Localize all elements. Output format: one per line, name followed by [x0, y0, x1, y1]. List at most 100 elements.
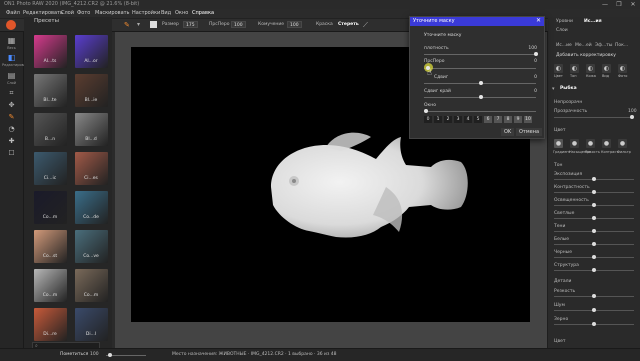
menu-help[interactable]: Справка — [192, 10, 214, 16]
window-size-option[interactable]: 2 — [444, 116, 453, 123]
adjustment-slider-knob[interactable] — [592, 308, 596, 312]
window-size-option[interactable]: 1 — [434, 116, 443, 123]
window-size-option[interactable]: 8 — [504, 116, 513, 123]
adjustment-icon[interactable]: ◐ — [586, 64, 595, 73]
window-size-option[interactable]: 3 — [454, 116, 463, 123]
color-mode-icon[interactable]: ● — [554, 139, 563, 148]
close-button[interactable]: ✕ — [626, 0, 640, 9]
cancel-button[interactable]: Отмена — [516, 128, 543, 136]
minimize-button[interactable]: — — [598, 0, 612, 9]
layers-tab[interactable]: Слои — [556, 28, 568, 33]
window-size-option[interactable]: 9 — [514, 116, 523, 123]
window-slider-knob[interactable] — [424, 109, 428, 113]
density-value: 100 — [528, 46, 537, 51]
window-size-option[interactable]: 6 — [484, 116, 493, 123]
layers-label: Слой — [6, 81, 17, 85]
shift-slider-knob[interactable] — [479, 81, 483, 85]
zoom-slider-knob[interactable] — [108, 353, 112, 357]
adjustment-icon-label: Тон — [570, 74, 577, 78]
opacity-slider-knob[interactable] — [630, 115, 634, 119]
wand-icon[interactable]: ⟋ — [363, 21, 368, 30]
color-mode-icon[interactable]: ● — [570, 139, 579, 148]
crop-icon[interactable]: ⌗ — [5, 88, 18, 99]
refine-icon[interactable]: ◔ — [5, 124, 18, 135]
adjustment-slider-knob[interactable] — [592, 294, 596, 298]
adjustment-slider-knob[interactable] — [592, 203, 596, 207]
opacity-slider[interactable] — [554, 117, 634, 118]
dialog-close-icon[interactable]: ✕ — [536, 17, 541, 24]
slider-label: Резкость — [554, 289, 576, 294]
window-size-option[interactable]: 7 — [494, 116, 503, 123]
color-mode-icon[interactable]: ● — [586, 139, 595, 148]
brush-preset-icon[interactable] — [150, 21, 157, 28]
mask-brush-icon[interactable]: ✎ — [5, 112, 18, 123]
paint-mode[interactable]: Краска — [316, 22, 333, 27]
window-size-option[interactable]: 0 — [424, 116, 433, 123]
adjustment-icon[interactable]: ◐ — [602, 64, 611, 73]
zoom-slider[interactable] — [106, 355, 146, 356]
slider-label: Светлые — [554, 211, 575, 216]
feather-slider[interactable] — [424, 68, 536, 69]
maximize-button[interactable]: ❐ — [612, 0, 626, 9]
slider-label: Освещенность — [554, 198, 589, 203]
browse-icon[interactable]: ▦ — [5, 35, 18, 46]
subtab-3[interactable]: Эф...ты — [595, 43, 612, 48]
edge-shift-slider-knob[interactable] — [479, 95, 483, 99]
menu-file[interactable]: Файл — [6, 10, 20, 16]
subtab-1[interactable]: Ис...ие — [556, 43, 572, 48]
menu-mask[interactable]: Маскировать — [95, 10, 130, 16]
ok-button[interactable]: OK — [501, 128, 515, 136]
chevron-down-icon[interactable]: ▾ — [552, 86, 555, 92]
preset-label: Di...l — [85, 332, 97, 337]
adjustment-slider-knob[interactable] — [592, 177, 596, 181]
layers-icon[interactable]: ▤ — [5, 70, 18, 81]
menu-window[interactable]: Окно — [175, 10, 188, 16]
zoom-value[interactable]: 100 — [90, 352, 99, 357]
window-size-option[interactable]: 4 — [464, 116, 473, 123]
color-mode-icon[interactable]: ● — [618, 139, 627, 148]
hand-icon[interactable]: ☐ — [5, 148, 18, 159]
slider-label: Структура — [554, 263, 579, 268]
edit-icon[interactable]: ◧ — [5, 52, 18, 63]
adjustment-icon[interactable]: ◐ — [618, 64, 627, 73]
title-bar: ON1 Photo RAW 2020 (IMG_4212.CR2 @ 21.6%… — [0, 0, 640, 9]
chevron-down-icon[interactable]: ▾ — [137, 21, 140, 28]
adjustment-icon[interactable]: ◐ — [554, 64, 563, 73]
adjustment-slider-knob[interactable] — [592, 242, 596, 246]
color-mode-icon[interactable]: ● — [602, 139, 611, 148]
tab-levels[interactable]: Уровни — [556, 19, 573, 24]
adjustment-slider-knob[interactable] — [592, 255, 596, 259]
dialog-titlebar[interactable]: Уточните маску ✕ — [410, 17, 544, 26]
tab-history[interactable]: Ис...ия — [584, 19, 602, 24]
subtab-2[interactable]: Ме...ей — [575, 43, 592, 48]
retouch-icon[interactable]: ✚ — [5, 136, 18, 147]
adjustment-slider-knob[interactable] — [592, 229, 596, 233]
density-slider-knob[interactable] — [534, 52, 538, 56]
adjustment-slider-knob[interactable] — [592, 322, 596, 326]
menu-photo[interactable]: Фото — [77, 10, 90, 16]
transform-icon[interactable]: ✥ — [5, 100, 18, 111]
menu-settings[interactable]: Настройки — [132, 10, 160, 16]
adjustment-slider-knob[interactable] — [592, 216, 596, 220]
window-size-option[interactable]: 10 — [524, 116, 533, 123]
subtab-4[interactable]: Пок... — [615, 43, 628, 48]
brush-icon[interactable]: ✎ — [124, 21, 132, 29]
feather-value: 0 — [534, 59, 537, 64]
opacity-input[interactable]: 100 — [287, 21, 302, 28]
density-slider[interactable] — [424, 54, 536, 55]
window-size-option[interactable]: 5 — [474, 116, 483, 123]
adjustment-slider-knob[interactable] — [592, 190, 596, 194]
add-adjustment-button[interactable]: Добавить корректировку — [556, 53, 616, 58]
menu-edit[interactable]: Редактировать — [23, 10, 63, 16]
right-panel: Уровни Ис...ия Слои Ис...ие Ме...ей Эф..… — [548, 17, 640, 360]
adjustment-icon[interactable]: ◐ — [570, 64, 579, 73]
window-slider[interactable] — [424, 111, 536, 112]
fit-mode[interactable]: Пометиться — [60, 352, 88, 357]
adjustment-name: Рыбка — [560, 86, 577, 91]
feather-input[interactable]: 100 — [231, 21, 246, 28]
menu-layer[interactable]: Слой — [61, 10, 74, 16]
adjustment-slider-knob[interactable] — [592, 268, 596, 272]
menu-view[interactable]: Вид — [161, 10, 171, 16]
erase-mode[interactable]: Стереть — [338, 22, 359, 27]
size-input[interactable]: 175 — [183, 21, 198, 28]
